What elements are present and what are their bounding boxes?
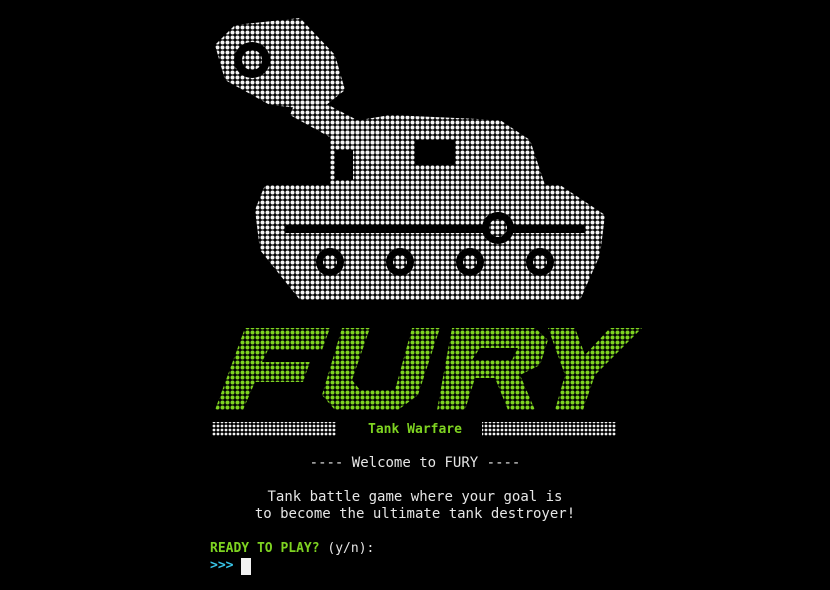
options-label: (y/n): (327, 541, 375, 556)
prompt-chevron: >>> (210, 558, 234, 573)
tank-icon (215, 18, 605, 300)
welcome-text: ---- Welcome to FURY ---- (309, 455, 521, 471)
input-line[interactable]: >>> (210, 557, 252, 575)
left-dotted-bar (212, 422, 336, 436)
description-line-2: to become the ultimate tank destroyer! (254, 506, 576, 522)
description-line-1: Tank battle game where your goal is (267, 489, 563, 505)
subtitle: Tank Warfare (368, 422, 462, 437)
right-dotted-bar (482, 422, 616, 436)
block-cursor[interactable] (241, 557, 252, 575)
ready-prompt: READY TO PLAY? (y/n): (210, 541, 374, 557)
fury-logo (215, 328, 642, 410)
ready-label: READY TO PLAY? (210, 541, 320, 556)
